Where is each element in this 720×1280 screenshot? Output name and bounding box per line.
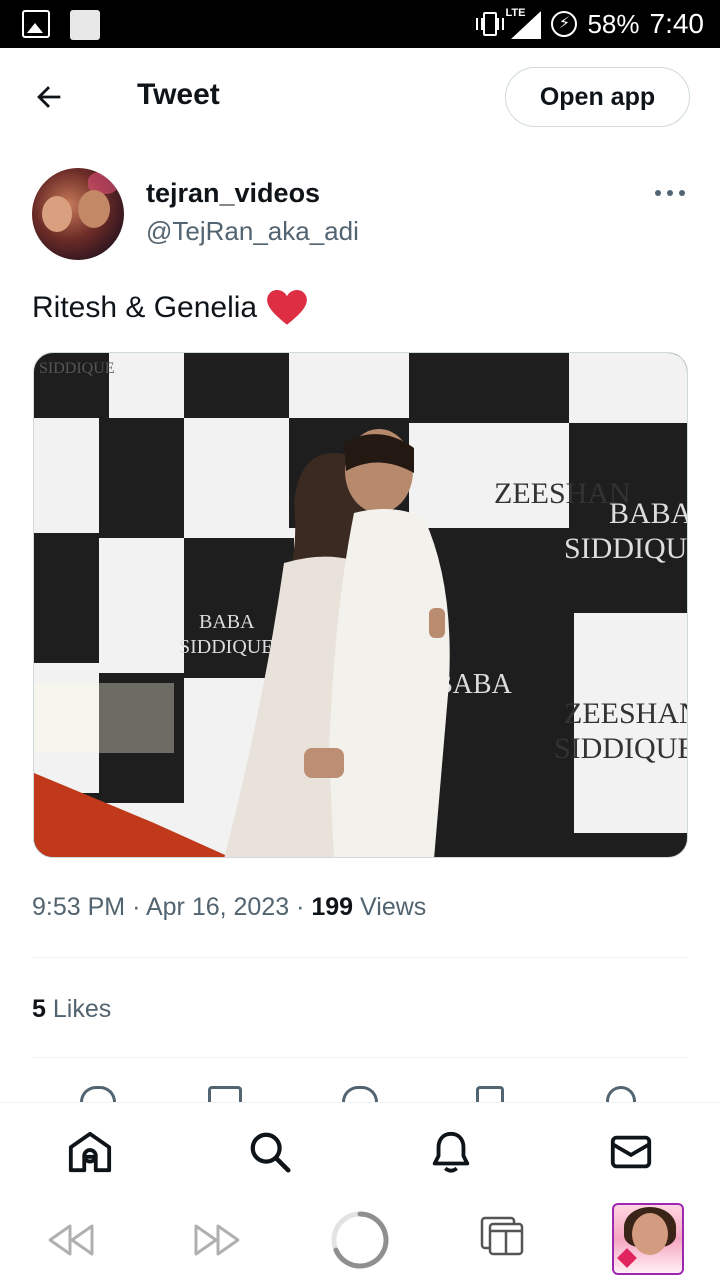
backdrop-text: SIDDIQUE — [564, 532, 688, 565]
red-heart-emoji-icon — [267, 290, 307, 325]
fast-forward-icon[interactable] — [192, 1222, 242, 1258]
likes-stat[interactable]: 5 Likes — [32, 995, 111, 1024]
clock: 7:40 — [649, 8, 705, 39]
backdrop-text: SIDDIQUE — [39, 360, 115, 377]
tabs-icon[interactable] — [480, 1214, 526, 1260]
divider — [32, 1057, 688, 1058]
backdrop-text: BABA — [199, 611, 255, 633]
like-icon[interactable] — [342, 1086, 378, 1102]
home-icon[interactable] — [67, 1129, 113, 1175]
share-icon[interactable] — [606, 1086, 636, 1102]
backdrop-text: ZEESHAN — [564, 697, 688, 730]
tweet-date: Apr 16, 2023 — [145, 893, 290, 921]
notifications-icon[interactable] — [428, 1129, 474, 1175]
divider — [32, 957, 688, 958]
backdrop-text: SIDDIQUE — [554, 732, 688, 765]
likes-label: Likes — [52, 995, 112, 1023]
author-handle[interactable]: @TejRan_aka_adi — [146, 216, 359, 247]
tweet-actions — [0, 1078, 720, 1102]
status-bar: LTE ⚡ 58% 7:40 — [0, 0, 720, 48]
battery-charging-icon: ⚡ — [551, 11, 578, 37]
more-options-icon[interactable] — [655, 190, 685, 198]
search-icon[interactable] — [247, 1129, 293, 1175]
avatar[interactable] — [32, 168, 124, 260]
retweet-icon[interactable] — [208, 1086, 242, 1102]
tweet-media-image[interactable]: SIDDIQUE ZEESHAN SIDDIQUE BABA ZEESHAN S… — [33, 352, 688, 858]
reply-icon[interactable] — [80, 1086, 116, 1102]
bookmark-icon[interactable] — [476, 1086, 504, 1102]
back-arrow-icon[interactable] — [32, 80, 66, 114]
messages-icon[interactable] — [608, 1129, 654, 1175]
rewind-icon[interactable] — [46, 1222, 96, 1258]
vibrate-icon — [476, 12, 505, 36]
tweet-text: Ritesh & Genelia — [32, 290, 307, 326]
loading-icon[interactable] — [330, 1210, 390, 1270]
views-count: 199 — [311, 893, 354, 921]
top-app-bar: Tweet Open app — [0, 48, 720, 146]
gallery-notification-icon — [22, 10, 50, 38]
views-label: Views — [360, 893, 427, 921]
backdrop-text: SIDDIQUE — [179, 636, 273, 658]
tweet-meta: 9:53 PM · Apr 16, 2023 · 199 Views — [32, 893, 427, 921]
author-name[interactable]: tejran_videos — [146, 178, 320, 209]
browser-toolbar — [0, 1200, 720, 1280]
open-app-button[interactable]: Open app — [505, 67, 690, 127]
profile-thumbnail[interactable] — [612, 1203, 684, 1275]
page-title: Tweet — [137, 78, 220, 111]
signal-icon: LTE — [505, 7, 542, 39]
tweet-text-content: Ritesh & Genelia — [32, 291, 258, 324]
backdrop-text: BABA — [609, 497, 688, 530]
battery-level: 58% — [587, 8, 640, 39]
app-notification-icon — [70, 10, 100, 40]
bottom-navigation — [0, 1102, 720, 1200]
likes-count: 5 — [32, 995, 46, 1023]
tweet-time: 9:53 PM — [32, 893, 126, 921]
